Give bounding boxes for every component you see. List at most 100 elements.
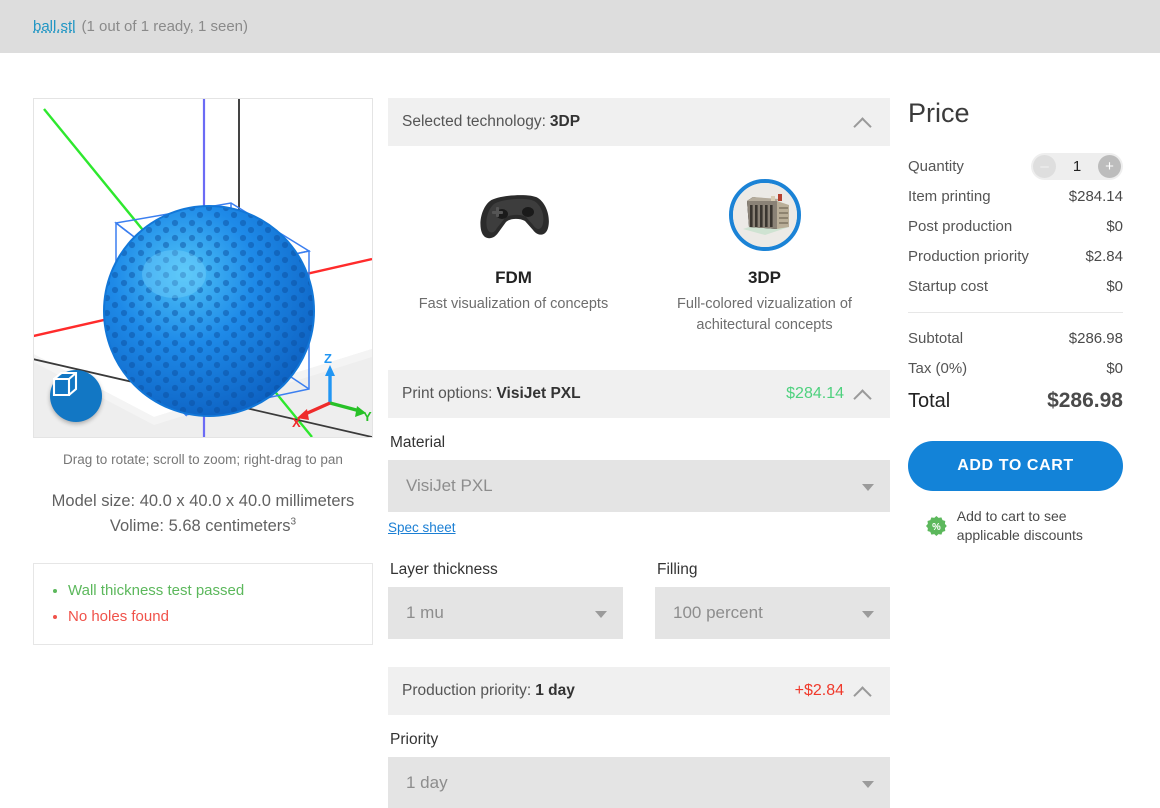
price-row-label: Post production	[908, 218, 1106, 235]
svg-text:X: X	[292, 415, 301, 430]
price-column: Price Quantity – 1 + Item printing $284.…	[908, 98, 1123, 545]
priority-value: 1 day	[406, 773, 448, 793]
print-options-header-value: VisiJet PXL	[496, 385, 580, 403]
production-priority-price: +$2.84	[795, 682, 844, 700]
priority-select[interactable]: 1 day	[388, 757, 890, 808]
price-row-value: $0	[1106, 278, 1123, 295]
price-row-value: $284.14	[1069, 188, 1123, 205]
layer-thickness-value: 1 mu	[406, 603, 444, 623]
production-priority-header-value: 1 day	[535, 682, 575, 700]
print-options-header-prefix: Print options:	[402, 385, 492, 403]
total-row: Total $286.98	[908, 383, 1123, 419]
add-to-cart-button[interactable]: ADD TO CART	[908, 441, 1123, 491]
cube-glyph	[50, 370, 80, 400]
filling-group: Filling 100 percent	[655, 545, 890, 639]
quantity-label: Quantity	[908, 158, 1031, 175]
layer-thickness-label: Layer thickness	[390, 561, 623, 579]
quantity-row: Quantity – 1 +	[908, 151, 1123, 181]
layer-thickness-select[interactable]: 1 mu	[388, 587, 623, 639]
print-options-section-header[interactable]: Print options: VisiJet PXL $284.14	[388, 370, 890, 418]
file-status-bar: ball.stl (1 out of 1 ready, 1 seen)	[0, 0, 1160, 53]
gamepad-photo	[388, 172, 639, 258]
svg-text:Y: Y	[363, 409, 372, 424]
priority-label: Priority	[390, 731, 890, 749]
price-divider	[908, 312, 1123, 313]
architectural-model-photo	[639, 172, 890, 258]
technology-header-value: 3DP	[550, 113, 580, 131]
technology-header-prefix: Selected technology:	[402, 113, 546, 131]
technology-option-description: Full-colored vizualization of achitectur…	[670, 294, 860, 336]
percent-badge-icon: %	[926, 511, 947, 541]
quantity-increment-button[interactable]: +	[1098, 155, 1121, 178]
chevron-down-icon	[862, 484, 874, 491]
subtotal-value: $286.98	[1069, 330, 1123, 347]
cube-icon[interactable]	[50, 370, 102, 422]
page-body: Z Y X Drag to rotate; scroll to zoom; ri…	[0, 53, 1160, 808]
price-row: Startup cost $0	[908, 271, 1123, 301]
chevron-up-icon[interactable]	[854, 389, 872, 400]
technology-option-description: Fast visualization of concepts	[419, 294, 609, 315]
technology-options: FDM Fast visualization of concepts	[388, 146, 890, 346]
filling-select[interactable]: 100 percent	[655, 587, 890, 639]
selected-ring	[729, 179, 801, 251]
material-select-value: VisiJet PXL	[406, 476, 493, 496]
technology-option-title: FDM	[388, 268, 639, 288]
price-row: Production priority $2.84	[908, 241, 1123, 271]
tax-label: Tax (0%)	[908, 360, 1106, 377]
chevron-down-icon	[595, 611, 607, 618]
price-row-label: Production priority	[908, 248, 1085, 265]
technology-option-3dp[interactable]: 3DP Full-colored vizualization of achite…	[639, 172, 890, 336]
total-value: $286.98	[1047, 389, 1123, 413]
model-volume-exponent: 3	[291, 516, 297, 527]
test-result-item: No holes found	[68, 604, 354, 630]
price-row-value: $0	[1106, 218, 1123, 235]
tax-value: $0	[1106, 360, 1123, 377]
production-priority-section-header[interactable]: Production priority: 1 day +$2.84	[388, 667, 890, 715]
architectural-model-glyph	[733, 183, 797, 247]
price-row-value: $2.84	[1085, 248, 1123, 265]
chevron-up-icon[interactable]	[854, 117, 872, 128]
quantity-value: 1	[1056, 158, 1098, 175]
production-priority-header-prefix: Production priority:	[402, 682, 531, 700]
subtotal-row: Subtotal $286.98	[908, 323, 1123, 353]
print-parameters-row: Layer thickness 1 mu Filling 100 percent	[388, 545, 890, 639]
model-preview-column: Z Y X Drag to rotate; scroll to zoom; ri…	[33, 98, 373, 645]
price-row: Item printing $284.14	[908, 181, 1123, 211]
material-select[interactable]: VisiJet PXL	[388, 460, 890, 512]
print-options-price: $284.14	[786, 385, 844, 403]
model-info: Model size: 40.0 x 40.0 x 40.0 millimete…	[33, 489, 373, 539]
price-row-label: Startup cost	[908, 278, 1106, 295]
chevron-down-icon	[862, 611, 874, 618]
test-result-item: Wall thickness test passed	[68, 578, 354, 604]
total-label: Total	[908, 390, 1047, 413]
chevron-up-icon[interactable]	[854, 686, 872, 697]
model-volume-label: Volime: 5.68 centimeters	[110, 517, 291, 535]
discount-text: Add to cart to see applicable discounts	[957, 507, 1123, 545]
layer-thickness-group: Layer thickness 1 mu	[388, 545, 623, 639]
spec-sheet-link[interactable]: Spec sheet	[388, 520, 456, 535]
file-name-link[interactable]: ball.stl	[33, 18, 76, 35]
model-3d-viewer[interactable]: Z Y X	[33, 98, 373, 438]
quantity-stepper[interactable]: – 1 +	[1031, 153, 1123, 180]
viewer-hint-text: Drag to rotate; scroll to zoom; right-dr…	[33, 452, 373, 467]
chevron-down-icon	[862, 781, 874, 788]
discount-note: % Add to cart to see applicable discount…	[908, 507, 1123, 545]
technology-section-header[interactable]: Selected technology: 3DP	[388, 98, 890, 146]
price-row-label: Item printing	[908, 188, 1069, 205]
model-test-results: Wall thickness test passed No holes foun…	[33, 563, 373, 646]
tax-row: Tax (0%) $0	[908, 353, 1123, 383]
svg-text:Z: Z	[324, 351, 332, 366]
options-column: Selected technology: 3DP FDM	[388, 98, 890, 808]
material-label: Material	[390, 434, 890, 452]
technology-option-title: 3DP	[639, 268, 890, 288]
filling-value: 100 percent	[673, 603, 763, 623]
file-status-text: (1 out of 1 ready, 1 seen)	[82, 18, 249, 35]
gamepad-glyph	[476, 187, 552, 243]
subtotal-label: Subtotal	[908, 330, 1069, 347]
filling-label: Filling	[657, 561, 890, 579]
price-row: Post production $0	[908, 211, 1123, 241]
technology-option-fdm[interactable]: FDM Fast visualization of concepts	[388, 172, 639, 336]
svg-text:%: %	[932, 522, 941, 533]
model-volume-text: Volime: 5.68 centimeters3	[33, 514, 373, 539]
quantity-decrement-button[interactable]: –	[1033, 155, 1056, 178]
